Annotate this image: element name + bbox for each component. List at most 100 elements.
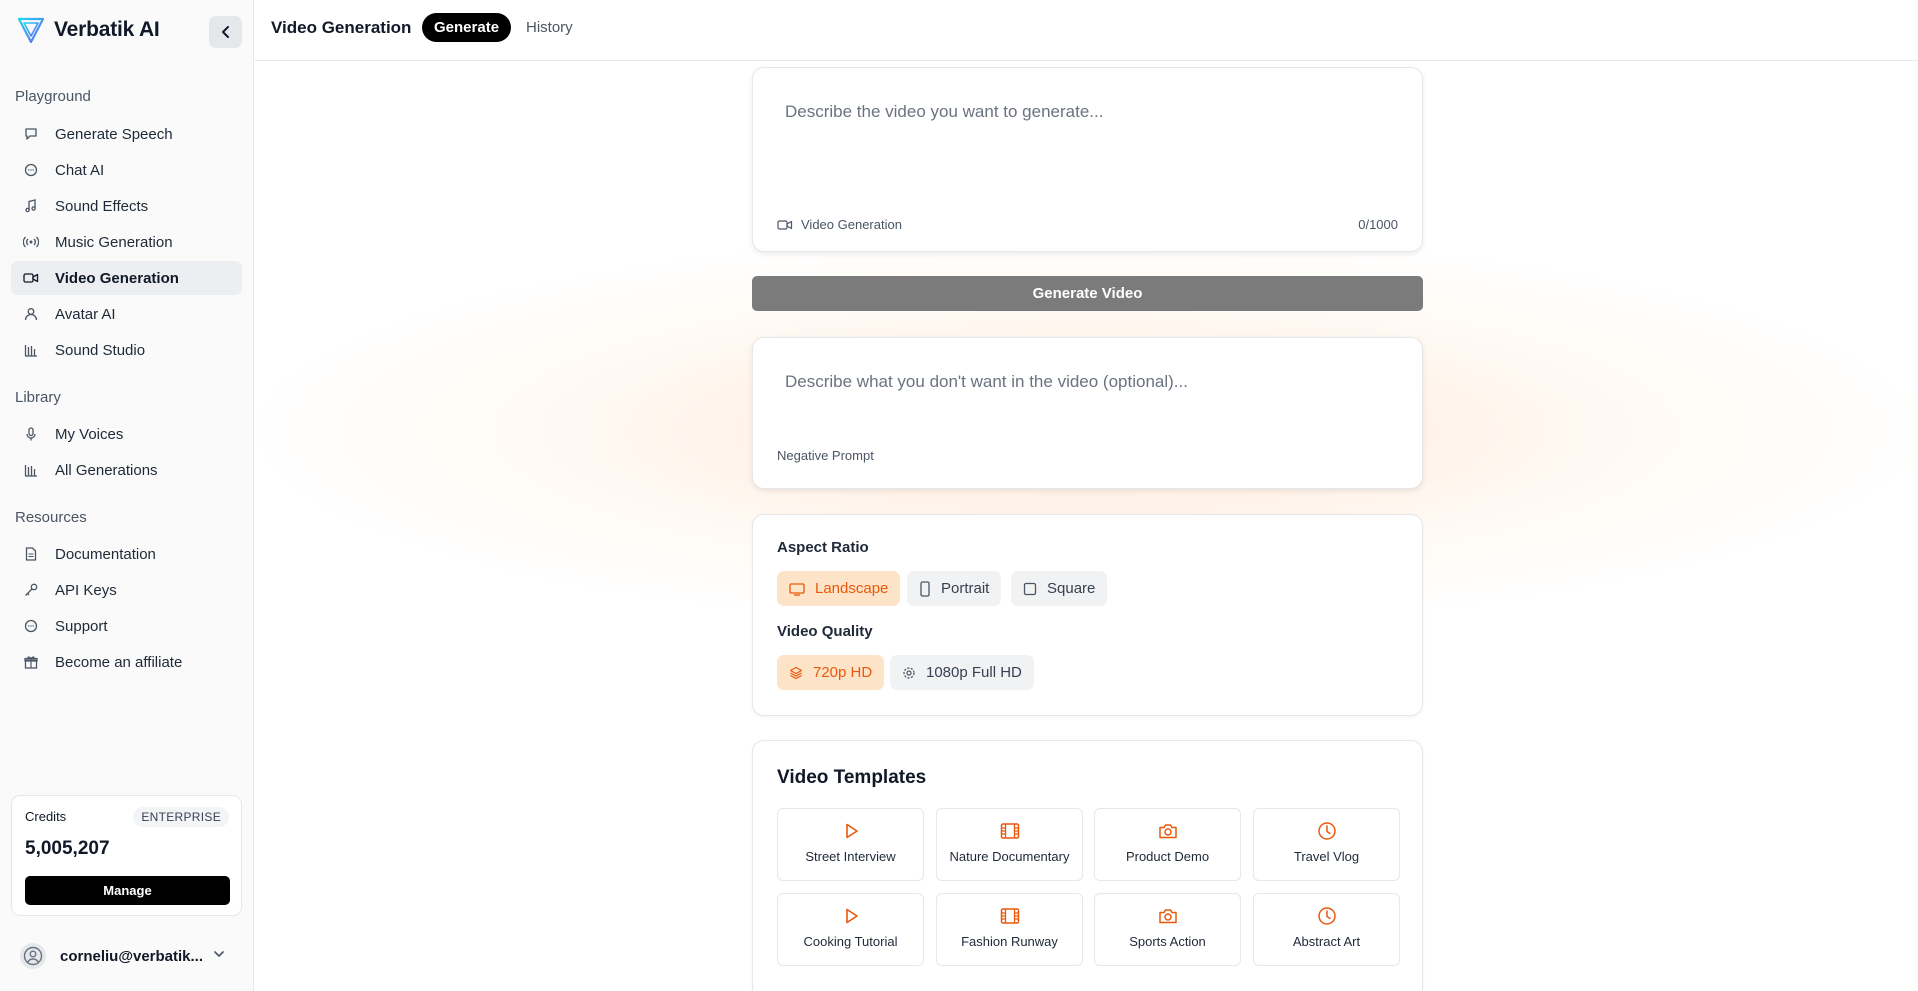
sidebar-item-chat-ai[interactable]: Chat AI [11,153,242,187]
play-icon [842,906,860,926]
tab-generate[interactable]: Generate [422,13,512,42]
manage-credits-button[interactable]: Manage [25,876,230,905]
template-nature-documentary[interactable]: Nature Documentary [936,808,1083,881]
document-icon [23,546,39,562]
brand[interactable]: Verbatik AI [18,17,160,43]
sidebar-item-label: Video Generation [55,269,179,287]
aspect-ratio-heading: Aspect Ratio [777,539,869,556]
sidebar-item-all-generations[interactable]: All Generations [11,453,242,487]
aspect-portrait-option[interactable]: Portrait [907,571,1002,606]
layers-icon [789,666,803,679]
generate-video-button[interactable]: Generate Video [752,276,1423,311]
user-menu[interactable]: corneliu@verbatik.... [20,941,242,971]
speech-bubble-icon [23,126,39,142]
section-title-library: Library [15,389,61,406]
page-title: Video Generation [271,18,412,37]
credits-label: Credits [25,809,67,824]
sidebar-item-sound-effects[interactable]: Sound Effects [11,189,242,223]
film-icon [1000,906,1020,926]
sidebar-item-support[interactable]: Support [11,609,242,643]
sidebar-item-label: Documentation [55,545,156,563]
sidebar-item-generate-speech[interactable]: Generate Speech [11,117,242,151]
template-travel-vlog[interactable]: Travel Vlog [1253,808,1400,881]
credits-value: 5,005,207 [25,838,110,859]
bars-icon [23,342,39,358]
template-label: Cooking Tutorial [803,934,898,949]
sidebar: Verbatik AI Playground Generate Speech C… [0,0,254,991]
aspect-square-label: Square [1047,580,1096,597]
camera-icon [1158,906,1178,926]
aspect-landscape-option[interactable]: Landscape [777,571,901,606]
chevron-left-icon [221,26,229,38]
sidebar-item-label: Sound Studio [55,341,146,359]
template-label: Fashion Runway [961,934,1058,949]
aspect-square-option[interactable]: Square [1011,571,1108,606]
sidebar-item-label: Sound Effects [55,197,149,215]
bars-icon [23,462,39,478]
microphone-icon [23,426,39,442]
sidebar-item-label: Generate Speech [55,125,173,143]
prompt-card: Video Generation 0/1000 [752,67,1423,252]
template-abstract-art[interactable]: Abstract Art [1253,893,1400,966]
template-fashion-runway[interactable]: Fashion Runway [936,893,1083,966]
settings-gear-icon [903,666,915,679]
sidebar-item-label: Chat AI [55,161,105,179]
template-sports-action[interactable]: Sports Action [1094,893,1241,966]
sidebar-item-label: All Generations [55,461,158,479]
template-label: Sports Action [1129,934,1206,949]
section-title-playground: Playground [15,88,91,105]
tab-history[interactable]: History [526,19,573,36]
video-quality-heading: Video Quality [777,623,873,640]
top-bar: Video Generation Generate History [255,0,1918,61]
clock-icon [1317,821,1337,841]
template-product-demo[interactable]: Product Demo [1094,808,1241,881]
camera-icon [1158,821,1178,841]
template-label: Travel Vlog [1293,849,1360,864]
video-prompt-input[interactable] [785,102,1385,122]
sidebar-item-label: My Voices [55,425,124,443]
template-cooking-tutorial[interactable]: Cooking Tutorial [777,893,924,966]
sidebar-item-api-keys[interactable]: API Keys [11,573,242,607]
film-icon [1000,821,1020,841]
sidebar-item-sound-studio[interactable]: Sound Studio [11,333,242,367]
user-circle-icon [23,946,43,966]
negative-prompt-input[interactable] [785,372,1385,392]
video-camera-icon [23,270,39,286]
quality-1080p-label: 1080p Full HD [926,664,1022,681]
character-counter: 0/1000 [1358,217,1398,232]
template-label: Abstract Art [1292,934,1361,949]
user-email: corneliu@verbatik.... [60,947,202,965]
monitor-icon [789,582,805,596]
templates-heading: Video Templates [777,767,927,788]
quality-1080p-option[interactable]: 1080p Full HD [890,655,1034,690]
video-settings-card: Aspect Ratio Landscape Portrait Square V… [752,514,1423,716]
chat-icon [23,618,39,634]
template-street-interview[interactable]: Street Interview [777,808,924,881]
aspect-portrait-label: Portrait [941,580,990,597]
sidebar-item-my-voices[interactable]: My Voices [11,417,242,451]
collapse-sidebar-button[interactable] [209,16,242,48]
sidebar-item-become-affiliate[interactable]: Become an affiliate [11,645,242,679]
aspect-landscape-label: Landscape [815,580,889,597]
sidebar-item-music-generation[interactable]: Music Generation [11,225,242,259]
music-note-icon [23,198,39,214]
chat-icon [23,162,39,178]
brand-name: Verbatik AI [54,18,160,41]
template-label: Street Interview [805,849,896,864]
main-content: Video Generation 0/1000 Generate Video N… [255,61,1918,991]
user-icon [23,306,39,322]
avatar [20,943,46,969]
negative-prompt-label: Negative Prompt [777,448,874,463]
quality-720p-option[interactable]: 720p HD [777,655,885,690]
sidebar-item-documentation[interactable]: Documentation [11,537,242,571]
sidebar-item-label: Music Generation [55,233,173,251]
chevron-down-icon [212,947,226,966]
section-title-resources: Resources [15,509,87,526]
video-camera-icon [777,219,793,230]
key-icon [23,582,39,598]
sidebar-item-label: Become an affiliate [55,653,183,671]
sidebar-item-video-generation[interactable]: Video Generation [11,261,242,295]
sidebar-item-avatar-ai[interactable]: Avatar AI [11,297,242,331]
sidebar-item-label: Support [55,617,108,635]
prompt-mode-label: Video Generation [801,217,902,232]
